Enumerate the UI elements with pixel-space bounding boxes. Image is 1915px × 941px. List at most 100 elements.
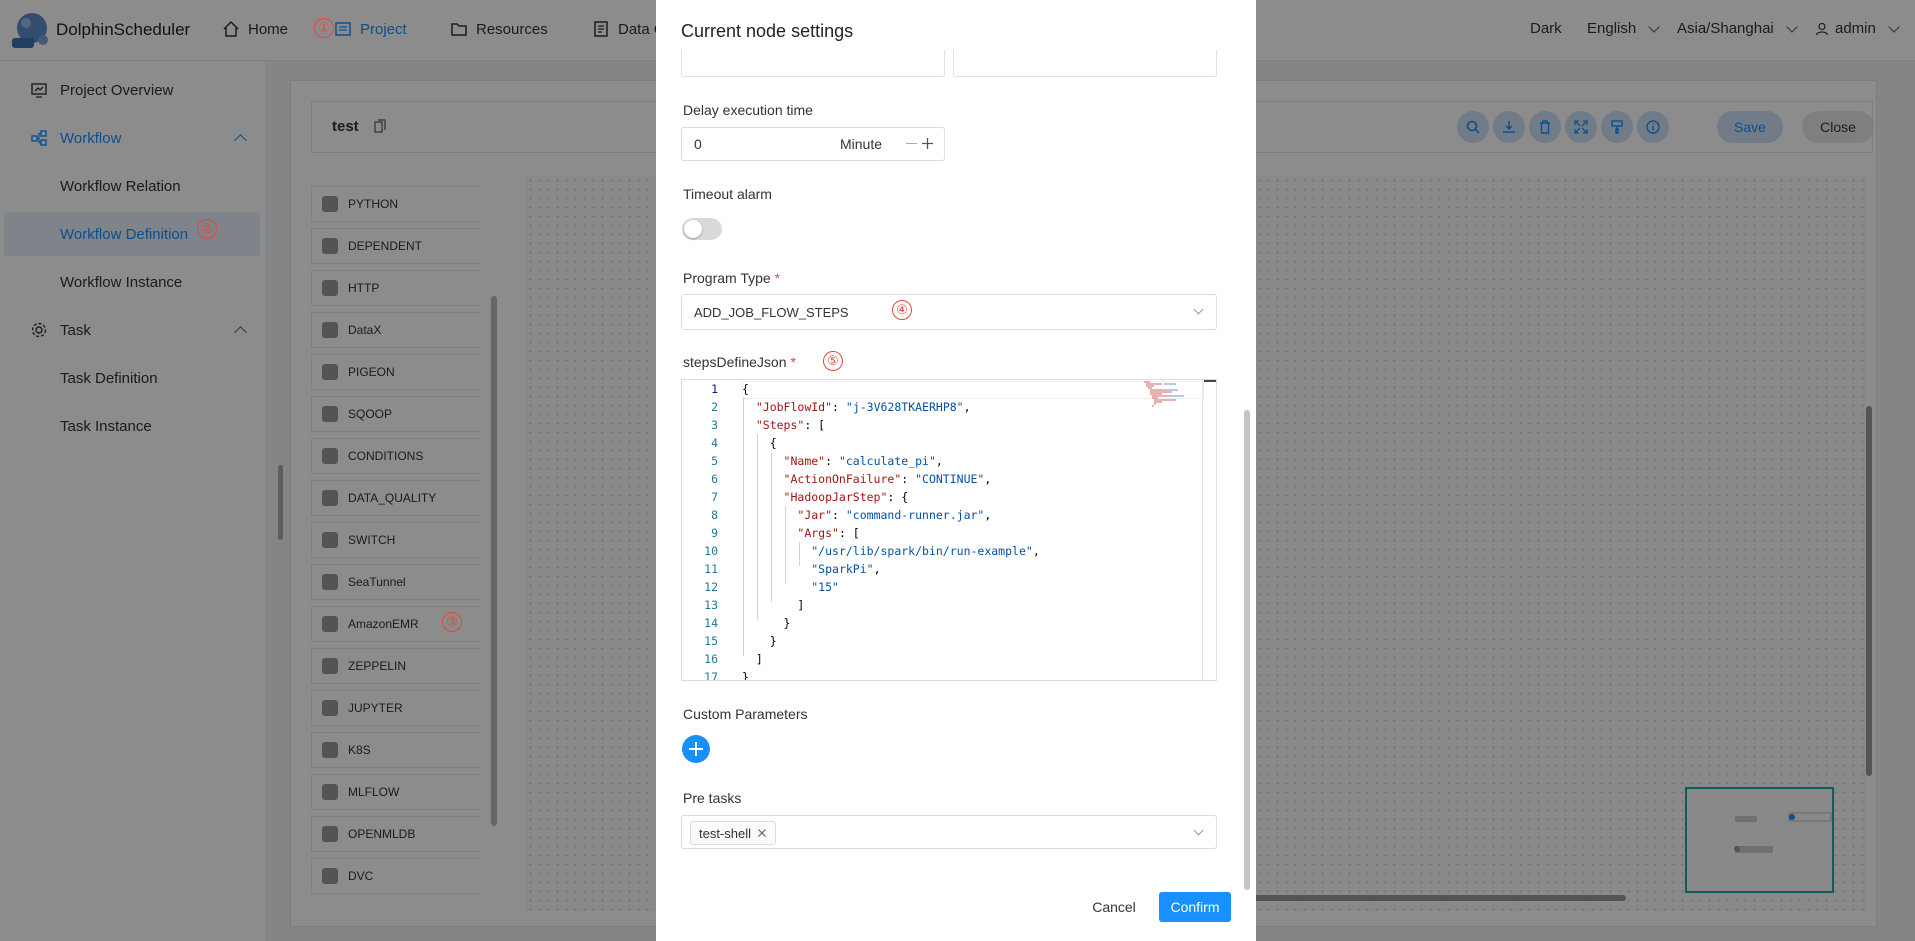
code-token: "Steps"	[755, 418, 805, 432]
delay-value: 0	[694, 136, 702, 152]
code-token: : [	[838, 526, 860, 540]
confirm-button[interactable]: Confirm	[1159, 892, 1231, 922]
line-number: 8	[711, 508, 718, 522]
plus-icon[interactable]	[921, 137, 934, 150]
code-token: : [	[804, 418, 826, 432]
cancel-button[interactable]: Cancel	[1084, 892, 1144, 922]
code-token: ,	[963, 400, 971, 414]
code-token: "j-3V628TKAERHP8"	[845, 400, 964, 414]
code-line: 17}	[682, 668, 1202, 681]
line-number: 7	[711, 490, 718, 504]
code-token: "15"	[811, 580, 839, 594]
line-code: ]	[742, 596, 804, 614]
line-number: 2	[711, 400, 718, 414]
code-line: 14 }	[682, 614, 1202, 632]
modal-title: Current node settings	[681, 21, 854, 41]
code-token: ,	[984, 472, 992, 486]
line-code: }	[742, 668, 749, 681]
code-token: {	[742, 382, 749, 396]
steps-json-editor[interactable]: 1{2 "JobFlowId": "j-3V628TKAERHP8", 3 "St…	[681, 379, 1217, 681]
step-marker-4: ④	[892, 300, 912, 320]
line-number: 15	[704, 634, 718, 648]
code-token: :	[832, 508, 846, 522]
code-line: 1{	[682, 380, 1202, 398]
node-settings-modal: Current node settings Delay execution ti…	[656, 0, 1256, 941]
code-line: 5 "Name": "calculate_pi",	[682, 452, 1202, 470]
line-code: "JobFlowId": "j-3V628TKAERHP8",	[742, 398, 971, 416]
custom-params-label: Custom Parameters	[683, 706, 808, 722]
line-code: "Steps": [	[742, 416, 825, 434]
code-token: :	[825, 454, 839, 468]
step-marker-5: ⑤	[823, 351, 843, 371]
code-token: "CONTINUE"	[915, 472, 985, 486]
code-token: :	[901, 472, 916, 486]
program-type-text: Program Type	[683, 270, 771, 286]
code-token: "calculate_pi"	[838, 454, 936, 468]
code-line: 6 "ActionOnFailure": "CONTINUE",	[682, 470, 1202, 488]
previous-field-input[interactable]	[953, 50, 1217, 77]
code-line: 12 "15"	[682, 578, 1202, 596]
editor-scrollbar[interactable]	[1204, 380, 1216, 382]
timeout-alarm-switch[interactable]	[682, 218, 722, 240]
code-token: ]	[742, 652, 763, 666]
delay-time-input[interactable]: 0 Minute	[681, 127, 945, 161]
steps-json-text: stepsDefineJson	[683, 354, 787, 370]
editor-ruler	[1202, 380, 1203, 680]
line-code: "/usr/lib/spark/bin/run-example",	[742, 542, 1040, 560]
code-line: 10 "/usr/lib/spark/bin/run-example",	[682, 542, 1202, 560]
program-type-select[interactable]: ADD_JOB_FLOW_STEPS	[681, 294, 1217, 330]
code-token: "Args"	[797, 526, 839, 540]
code-token: ,	[935, 454, 943, 468]
line-code: "SparkPi",	[742, 560, 880, 578]
minus-icon[interactable]	[906, 143, 917, 144]
line-number: 5	[711, 454, 718, 468]
modal-scrollbar[interactable]	[1244, 410, 1250, 890]
code-line: 11 "SparkPi",	[682, 560, 1202, 578]
line-code: }	[742, 632, 777, 650]
line-number: 4	[711, 436, 718, 450]
required-asterisk: *	[790, 354, 796, 370]
step-marker-1: ①	[314, 18, 334, 38]
line-code: }	[742, 614, 791, 632]
code-token: "SparkPi"	[811, 562, 874, 576]
code-token: "ActionOnFailure"	[783, 472, 902, 486]
code-token: : {	[887, 490, 909, 504]
code-token: }	[742, 670, 749, 681]
code-token: ,	[1032, 544, 1040, 558]
close-icon[interactable]	[757, 828, 767, 838]
pre-tasks-label: Pre tasks	[683, 790, 742, 806]
code-line: 7 "HadoopJarStep": {	[682, 488, 1202, 506]
code-line: 2 "JobFlowId": "j-3V628TKAERHP8",	[682, 398, 1202, 416]
line-number: 17	[704, 670, 718, 681]
code-line: 8 "Jar": "command-runner.jar",	[682, 506, 1202, 524]
program-type-label: Program Type *	[683, 270, 780, 286]
line-number: 16	[704, 652, 718, 666]
line-number: 1	[711, 382, 718, 396]
pre-task-tag[interactable]: test-shell	[690, 821, 777, 845]
line-code: ]	[742, 650, 763, 668]
line-code: {	[742, 380, 749, 398]
previous-field-input[interactable]	[681, 50, 945, 77]
line-code: {	[742, 434, 777, 452]
line-number: 14	[704, 616, 718, 630]
code-token: }	[742, 616, 791, 630]
add-parameter-button[interactable]	[682, 735, 710, 763]
delay-label: Delay execution time	[683, 102, 813, 118]
code-token: "Name"	[783, 454, 826, 468]
pre-tasks-select[interactable]: test-shell	[681, 815, 1217, 849]
line-number: 11	[704, 562, 718, 576]
program-type-value: ADD_JOB_FLOW_STEPS	[694, 305, 849, 320]
code-line: 4 {	[682, 434, 1202, 452]
line-number: 10	[704, 544, 718, 558]
code-token: {	[742, 436, 777, 450]
